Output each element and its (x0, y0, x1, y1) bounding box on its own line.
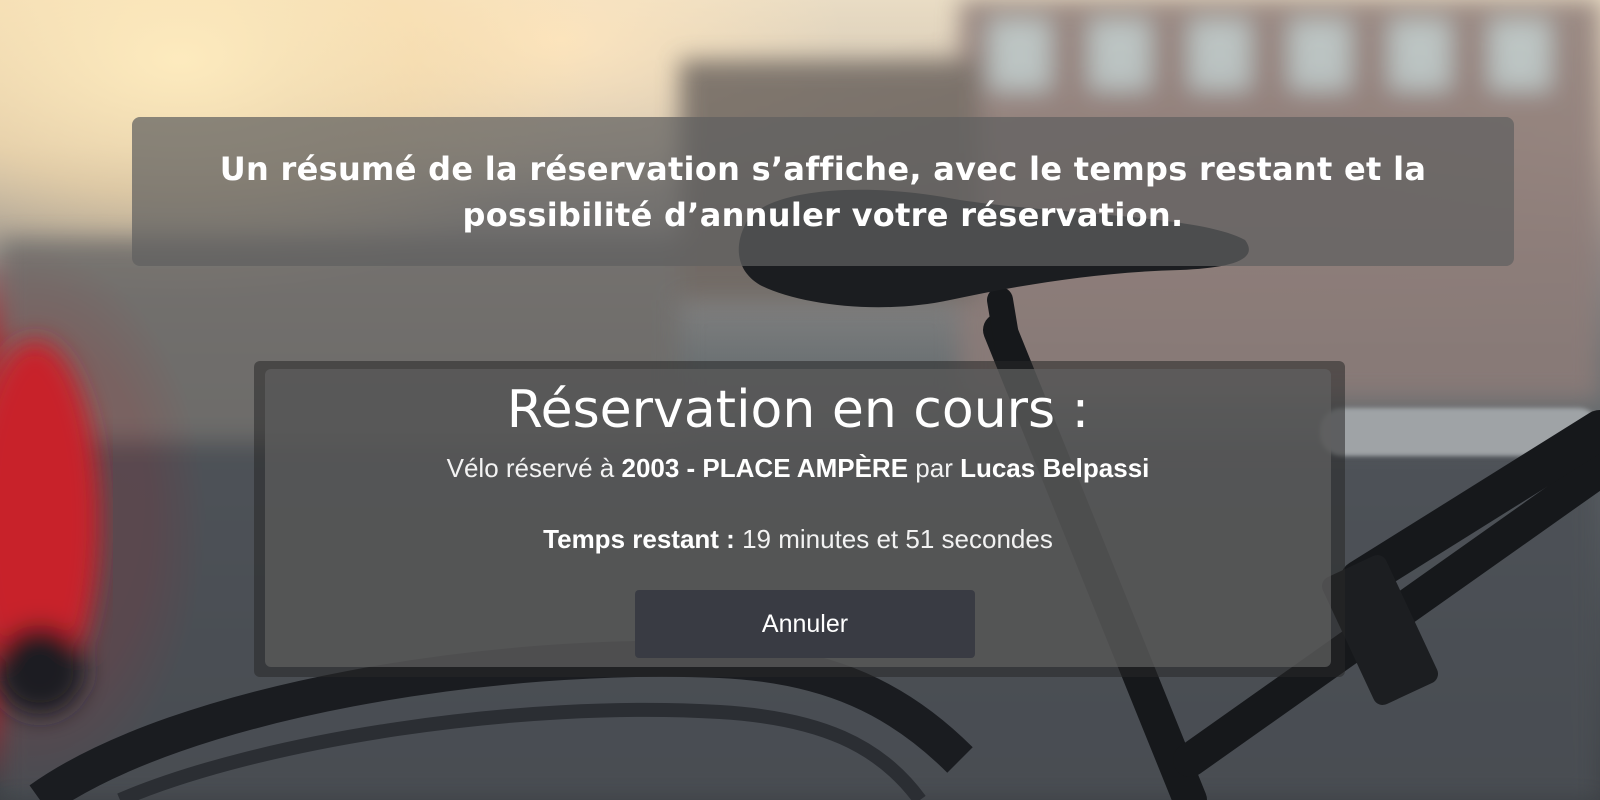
caption-text: Un résumé de la réservation s’affiche, a… (219, 149, 1427, 234)
user-name: Lucas Belpassi (960, 453, 1150, 483)
remaining-time-value: 19 minutes et 51 secondes (734, 524, 1053, 554)
reserved-bike-line: Vélo réservé à 2003 - PLACE AMPÈRE par L… (265, 453, 1331, 484)
reservation-panel: Réservation en cours : Vélo réservé à 20… (265, 369, 1331, 667)
reservation-title: Réservation en cours : (506, 380, 1090, 440)
remaining-time-line: Temps restant : 19 minutes et 51 seconde… (265, 524, 1331, 555)
bike-prefix-text: Vélo réservé à (446, 453, 622, 483)
tutorial-caption: Un résumé de la réservation s’affiche, a… (132, 117, 1514, 266)
remaining-time-label: Temps restant : (543, 524, 735, 554)
by-text: par (908, 453, 961, 483)
cancel-reservation-button[interactable]: Annuler (635, 590, 975, 658)
station-name: 2003 - PLACE AMPÈRE (621, 453, 909, 483)
